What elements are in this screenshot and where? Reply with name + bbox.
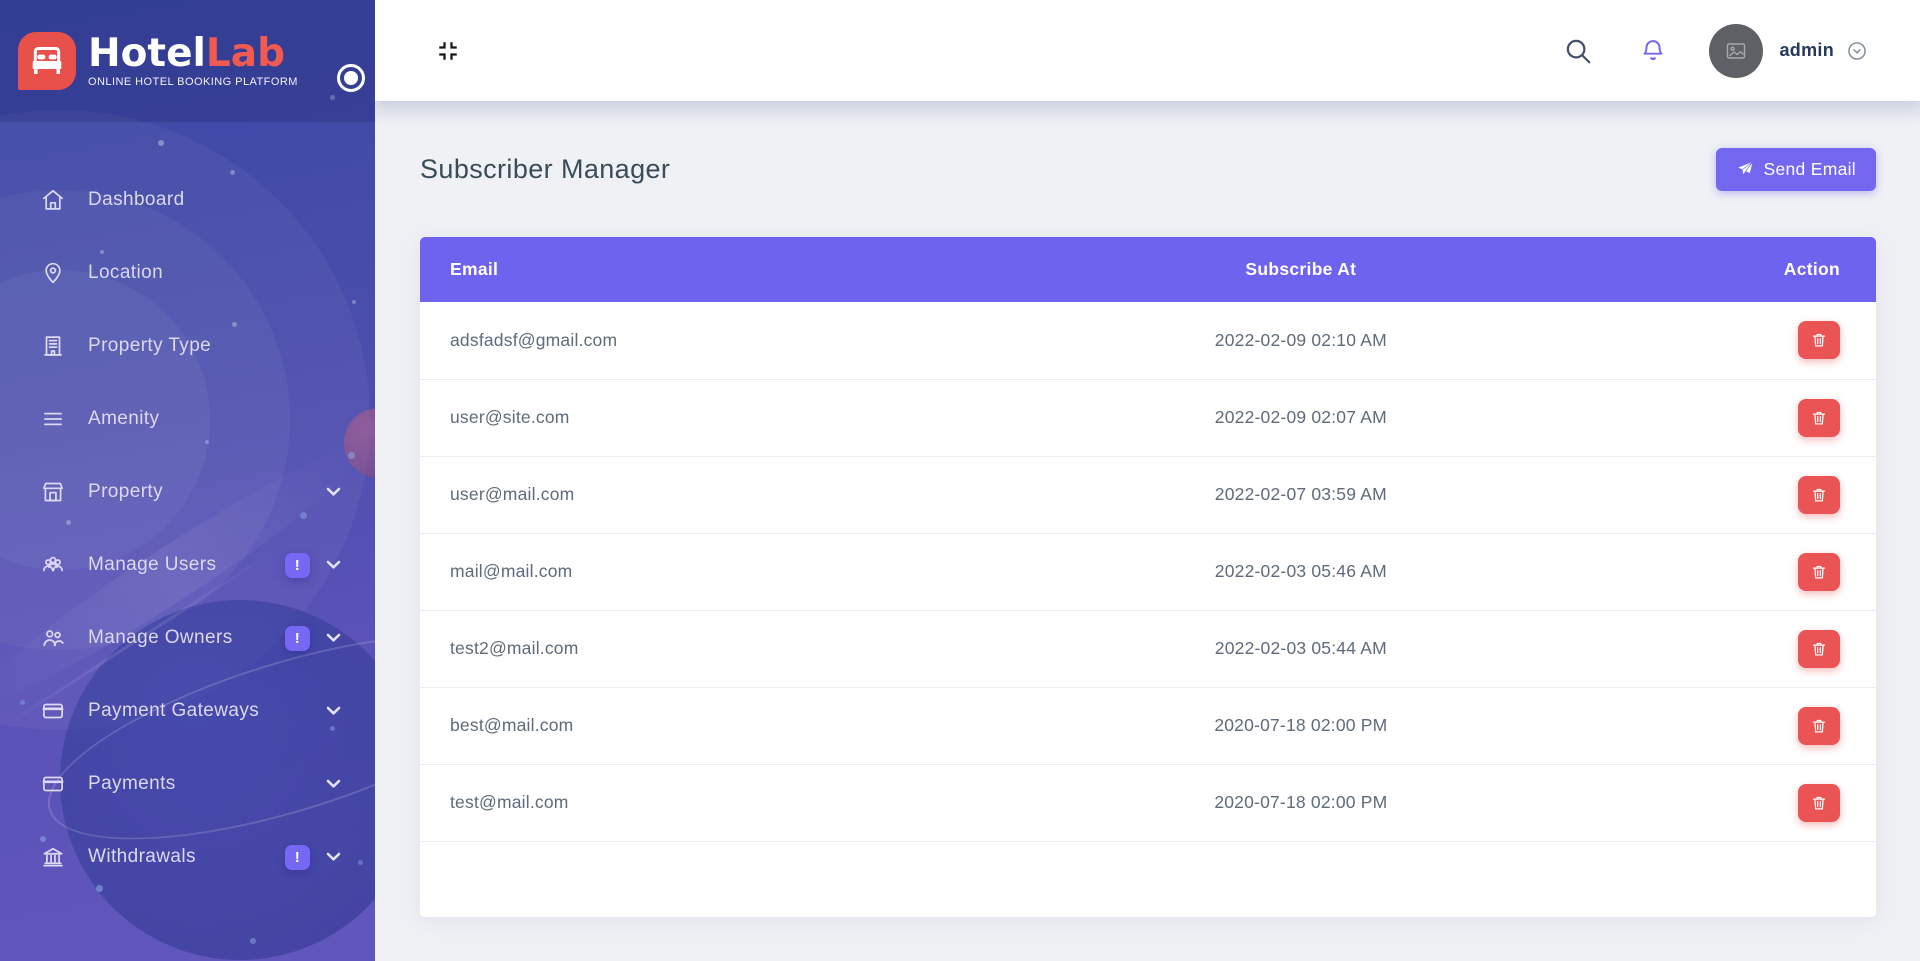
table-row: mail@mail.com2022-02-03 05:46 AM bbox=[420, 533, 1876, 610]
delete-subscriber-button[interactable] bbox=[1798, 476, 1840, 514]
bell-icon[interactable] bbox=[1639, 37, 1667, 65]
sidebar-item-label: Manage Owners bbox=[88, 627, 233, 649]
search-icon[interactable] bbox=[1563, 36, 1593, 66]
sidebar-item-label: Payment Gateways bbox=[88, 700, 259, 722]
logo[interactable]: HotelLab ONLINE HOTEL BOOKING PLATFORM bbox=[0, 0, 375, 122]
store-icon bbox=[40, 479, 66, 505]
trash-icon bbox=[1810, 409, 1828, 427]
delete-subscriber-button[interactable] bbox=[1798, 630, 1840, 668]
sidebar-item-payment-gateways[interactable]: Payment Gateways bbox=[0, 689, 375, 733]
delete-subscriber-button[interactable] bbox=[1798, 784, 1840, 822]
user-name[interactable]: admin bbox=[1779, 40, 1834, 61]
empty-row bbox=[420, 841, 1876, 917]
credit-card-icon bbox=[40, 698, 66, 724]
delete-subscriber-button[interactable] bbox=[1798, 553, 1840, 591]
subscribers-table: Email Subscribe At Action adsfadsf@gmail… bbox=[420, 237, 1876, 917]
sidebar-item-label: Dashboard bbox=[88, 189, 185, 211]
subscribe-date: 2022-02-07 03:59 AM bbox=[1061, 456, 1541, 533]
sidebar-item-manage-users[interactable]: Manage Users! bbox=[0, 543, 375, 587]
alert-badge: ! bbox=[285, 553, 310, 578]
subscribe-date: 2022-02-09 02:10 AM bbox=[1061, 302, 1541, 379]
delete-subscriber-button[interactable] bbox=[1798, 707, 1840, 745]
brand-tagline: ONLINE HOTEL BOOKING PLATFORM bbox=[88, 77, 298, 88]
subscriber-email: adsfadsf@gmail.com bbox=[420, 302, 1061, 379]
users-group-icon bbox=[40, 552, 66, 578]
chevron-down-icon bbox=[326, 560, 341, 570]
trash-icon bbox=[1810, 563, 1828, 581]
trash-icon bbox=[1810, 486, 1828, 504]
sidebar-item-property-type[interactable]: Property Type bbox=[0, 324, 375, 368]
trash-icon bbox=[1810, 640, 1828, 658]
table-row: best@mail.com2020-07-18 02:00 PM bbox=[420, 687, 1876, 764]
subscriber-email: user@mail.com bbox=[420, 456, 1061, 533]
subscribe-date: 2022-02-03 05:44 AM bbox=[1061, 610, 1541, 687]
alert-badge: ! bbox=[285, 845, 310, 870]
bed-icon bbox=[18, 32, 76, 90]
sidebar-item-label: Amenity bbox=[88, 408, 159, 430]
delete-subscriber-button[interactable] bbox=[1798, 321, 1840, 359]
column-header-action: Action bbox=[1541, 237, 1876, 302]
column-header-email: Email bbox=[420, 237, 1061, 302]
sidebar-item-payments[interactable]: Payments bbox=[0, 762, 375, 806]
chevron-down-icon bbox=[326, 633, 341, 643]
send-email-button[interactable]: Send Email bbox=[1716, 148, 1877, 191]
subscribe-date: 2022-02-03 05:46 AM bbox=[1061, 533, 1541, 610]
subscribe-date: 2020-07-18 02:00 PM bbox=[1061, 764, 1541, 841]
page-title: Subscriber Manager bbox=[420, 154, 670, 185]
sidebar-item-dashboard[interactable]: Dashboard bbox=[0, 178, 375, 222]
sidebar-item-withdrawals[interactable]: Withdrawals! bbox=[0, 835, 375, 879]
chevron-down-icon bbox=[326, 487, 341, 497]
subscriber-email: test2@mail.com bbox=[420, 610, 1061, 687]
chevron-down-circle-icon[interactable] bbox=[1846, 40, 1868, 62]
chevron-down-icon bbox=[326, 852, 341, 862]
subscriber-email: user@site.com bbox=[420, 379, 1061, 456]
list-icon bbox=[40, 406, 66, 432]
chevron-down-icon bbox=[326, 779, 341, 789]
sidebar-item-amenity[interactable]: Amenity bbox=[0, 397, 375, 441]
two-users-icon bbox=[40, 625, 66, 651]
main-content: Subscriber Manager Send Email Email Subs… bbox=[375, 101, 1920, 961]
column-header-subscribe-at: Subscribe At bbox=[1061, 237, 1541, 302]
delete-subscriber-button[interactable] bbox=[1798, 399, 1840, 437]
sidebar-item-label: Property Type bbox=[88, 335, 211, 357]
sidebar-item-label: Withdrawals bbox=[88, 846, 196, 868]
subscriber-email: mail@mail.com bbox=[420, 533, 1061, 610]
sidebar-item-manage-owners[interactable]: Manage Owners! bbox=[0, 616, 375, 660]
building-icon bbox=[40, 333, 66, 359]
compress-icon[interactable] bbox=[433, 36, 463, 66]
sidebar: HotelLab ONLINE HOTEL BOOKING PLATFORM D… bbox=[0, 0, 375, 961]
sidebar-item-label: Payments bbox=[88, 773, 176, 795]
sidebar-item-label: Property bbox=[88, 481, 163, 503]
radio-circle-icon[interactable] bbox=[337, 64, 365, 92]
subscribers-card: Email Subscribe At Action adsfadsf@gmail… bbox=[420, 237, 1876, 917]
credit-card-icon bbox=[40, 771, 66, 797]
table-row: user@site.com2022-02-09 02:07 AM bbox=[420, 379, 1876, 456]
table-row: test2@mail.com2022-02-03 05:44 AM bbox=[420, 610, 1876, 687]
chevron-down-icon bbox=[326, 706, 341, 716]
alert-badge: ! bbox=[285, 626, 310, 651]
sidebar-item-label: Manage Users bbox=[88, 554, 216, 576]
table-row: adsfadsf@gmail.com2022-02-09 02:10 AM bbox=[420, 302, 1876, 379]
topbar: admin bbox=[375, 0, 1920, 101]
trash-icon bbox=[1810, 717, 1828, 735]
home-icon bbox=[40, 187, 66, 213]
brand-name: HotelLab bbox=[88, 34, 298, 73]
sidebar-item-location[interactable]: Location bbox=[0, 251, 375, 295]
table-row: test@mail.com2020-07-18 02:00 PM bbox=[420, 764, 1876, 841]
bank-icon bbox=[40, 844, 66, 870]
sidebar-item-label: Location bbox=[88, 262, 163, 284]
subscribe-date: 2020-07-18 02:00 PM bbox=[1061, 687, 1541, 764]
sidebar-menu: Dashboard Location Property Type Amenity Pro… bbox=[0, 122, 375, 879]
trash-icon bbox=[1810, 331, 1828, 349]
paper-plane-icon bbox=[1736, 160, 1754, 178]
subscriber-email: best@mail.com bbox=[420, 687, 1061, 764]
map-pin-icon bbox=[40, 260, 66, 286]
trash-icon bbox=[1810, 794, 1828, 812]
subscriber-email: test@mail.com bbox=[420, 764, 1061, 841]
table-row: user@mail.com2022-02-07 03:59 AM bbox=[420, 456, 1876, 533]
image-placeholder-icon bbox=[1724, 39, 1748, 63]
avatar[interactable] bbox=[1709, 24, 1763, 78]
sidebar-item-property[interactable]: Property bbox=[0, 470, 375, 514]
subscribe-date: 2022-02-09 02:07 AM bbox=[1061, 379, 1541, 456]
